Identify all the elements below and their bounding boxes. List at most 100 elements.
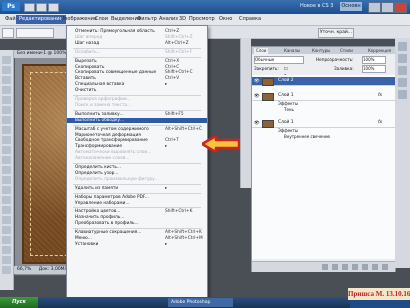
- eye-icon[interactable]: 👁: [254, 120, 260, 126]
- author-watermark: Пришса М. 13.10.16: [348, 288, 410, 300]
- history-panel-icon[interactable]: [398, 66, 407, 75]
- tool-icon[interactable]: [2, 176, 11, 184]
- tool-icon[interactable]: [2, 266, 11, 274]
- fill-input[interactable]: 100%: [362, 65, 386, 73]
- start-button[interactable]: Пуск: [0, 297, 38, 308]
- fx-icon[interactable]: fx: [378, 92, 382, 100]
- edit-menu-item[interactable]: Удалить из памяти ▸: [67, 186, 207, 192]
- layer-effect[interactable]: Тень: [252, 107, 395, 113]
- tool-icon[interactable]: [2, 256, 11, 264]
- panel-tab[interactable]: Коррекция: [366, 48, 393, 54]
- edit-menu-item[interactable]: Меню... Alt+Shift+Ctrl+M: [67, 236, 207, 242]
- mask-icon[interactable]: [342, 264, 348, 270]
- fx-icon[interactable]: fx: [378, 119, 382, 127]
- info-panel-icon[interactable]: [398, 90, 407, 99]
- edit-menu-item[interactable]: Установки ▸: [67, 242, 207, 248]
- menu-item-shortcut: ▸: [165, 241, 168, 247]
- minibridge-icon[interactable]: [36, 3, 47, 12]
- edit-menu-item[interactable]: Очистить: [67, 88, 207, 94]
- maximize-button[interactable]: [381, 2, 394, 13]
- layer-row[interactable]: 👁 Слой 1 fx: [252, 119, 395, 128]
- menu-item-shortcut: Ctrl+T: [165, 138, 179, 144]
- tool-icon[interactable]: [2, 116, 11, 124]
- panel-tab[interactable]: Стили: [338, 48, 355, 54]
- edit-menu-item[interactable]: Вырезать Ctrl+X: [67, 59, 207, 65]
- tool-icon[interactable]: [2, 216, 11, 224]
- workspace-button[interactable]: Основн: [340, 2, 362, 11]
- link-layers-icon[interactable]: [322, 264, 328, 270]
- edit-menu-item[interactable]: Выполнить заливку... Shift+F5: [67, 112, 207, 118]
- selection-mode-buttons[interactable]: [16, 28, 54, 38]
- actions-panel-icon[interactable]: [398, 78, 407, 87]
- menu-separator: [73, 56, 201, 58]
- tool-preset-picker[interactable]: [2, 28, 14, 38]
- group-icon[interactable]: [362, 264, 368, 270]
- layer-row[interactable]: 👁 Слой 2: [252, 77, 395, 86]
- menu-item-label: Выполнить обводку...: [75, 117, 125, 123]
- tool-icon[interactable]: [2, 156, 11, 164]
- effect-label: Внутреннее свечение: [284, 134, 330, 139]
- edit-menu-item[interactable]: Определить узор...: [67, 171, 207, 177]
- menu-item-label: Установки: [75, 241, 99, 247]
- refine-edge-button[interactable]: Уточн. край...: [318, 28, 354, 38]
- adjustment-icon[interactable]: [352, 264, 358, 270]
- eye-icon[interactable]: 👁: [254, 93, 260, 99]
- tool-icon[interactable]: [2, 76, 11, 84]
- bridge-icon[interactable]: [24, 3, 35, 12]
- swatches-panel-icon[interactable]: [398, 54, 407, 63]
- edit-menu-item[interactable]: Управление наборами...: [67, 201, 207, 207]
- edit-menu-item[interactable]: Отменить: Прямоугольная область Ctrl+Z: [67, 29, 207, 35]
- tool-icon[interactable]: [2, 206, 11, 214]
- edit-menu-item[interactable]: Выполнить обводку...: [67, 117, 207, 124]
- edit-menu-item[interactable]: Специальная вставка ▸: [67, 82, 207, 88]
- panel-tab[interactable]: Каналы: [282, 48, 302, 54]
- color-panel-icon[interactable]: [398, 42, 407, 51]
- taskbar-photoshop[interactable]: Adobe Photoshop: [168, 298, 233, 307]
- fx-icon[interactable]: [332, 264, 338, 270]
- edit-menu-item[interactable]: Назначить профиль...: [67, 215, 207, 221]
- edit-menu-item[interactable]: Клавиатурные сокращения... Alt+Shift+Ctrl…: [67, 230, 207, 236]
- zoom-select-icon[interactable]: [48, 3, 59, 12]
- tool-icon[interactable]: [2, 186, 11, 194]
- tool-icon[interactable]: [2, 56, 11, 64]
- tool-icon[interactable]: [2, 96, 11, 104]
- tool-icon[interactable]: [2, 66, 11, 74]
- edit-menu-item[interactable]: Вставить Ctrl+V: [67, 76, 207, 82]
- edit-menu-item[interactable]: Трансформирование ▸: [67, 144, 207, 150]
- tool-icon[interactable]: [2, 196, 11, 204]
- tool-icon[interactable]: [2, 126, 11, 134]
- edit-menu-item[interactable]: Преобразовать в профиль...: [67, 221, 207, 227]
- trash-icon[interactable]: [382, 264, 388, 270]
- eye-icon[interactable]: 👁: [254, 78, 260, 84]
- tool-icon[interactable]: [2, 136, 11, 144]
- tool-icon[interactable]: [2, 246, 11, 254]
- edit-menu-item[interactable]: Масштаб с учетом содержимого Alt+Shift+Ct…: [67, 127, 207, 133]
- close-button[interactable]: [394, 2, 407, 13]
- menu-8[interactable]: Просмотр: [186, 15, 218, 24]
- layer-effect[interactable]: Внутреннее свечение: [252, 134, 395, 140]
- tool-icon[interactable]: [2, 166, 11, 174]
- menu-9[interactable]: Окно: [216, 15, 235, 24]
- new-layer-icon[interactable]: [372, 264, 378, 270]
- tool-icon[interactable]: [2, 226, 11, 234]
- tool-icon[interactable]: [2, 86, 11, 94]
- blend-mode-select[interactable]: Обычные: [254, 56, 304, 64]
- minimize-button[interactable]: [368, 2, 381, 13]
- collapsed-panel-strip[interactable]: [240, 38, 251, 188]
- edit-menu-item[interactable]: Шаг назад Alt+Ctrl+Z: [67, 41, 207, 47]
- opacity-input[interactable]: 100%: [362, 56, 386, 64]
- tool-icon[interactable]: [2, 146, 11, 154]
- panel-tab[interactable]: Слои: [254, 48, 269, 54]
- edit-menu-item: Ослабить... Shift+Ctrl+F: [67, 50, 207, 56]
- menu-10[interactable]: Справка: [236, 15, 264, 24]
- tool-icon[interactable]: [2, 106, 11, 114]
- layer-name: Слой 1: [278, 120, 294, 125]
- zoom-level[interactable]: 66,7%: [14, 267, 31, 272]
- edit-menu-item[interactable]: Наборы параметров Adobe PDF...: [67, 195, 207, 201]
- tool-icon[interactable]: [2, 236, 11, 244]
- panel-tab[interactable]: Контуры: [310, 48, 332, 54]
- menu-item-shortcut: Ctrl+X: [165, 58, 180, 64]
- menu-separator: [73, 183, 201, 185]
- layer-row[interactable]: 👁 Слой 1 fx: [252, 92, 395, 101]
- edit-menu-item[interactable]: Определить кисть...: [67, 165, 207, 171]
